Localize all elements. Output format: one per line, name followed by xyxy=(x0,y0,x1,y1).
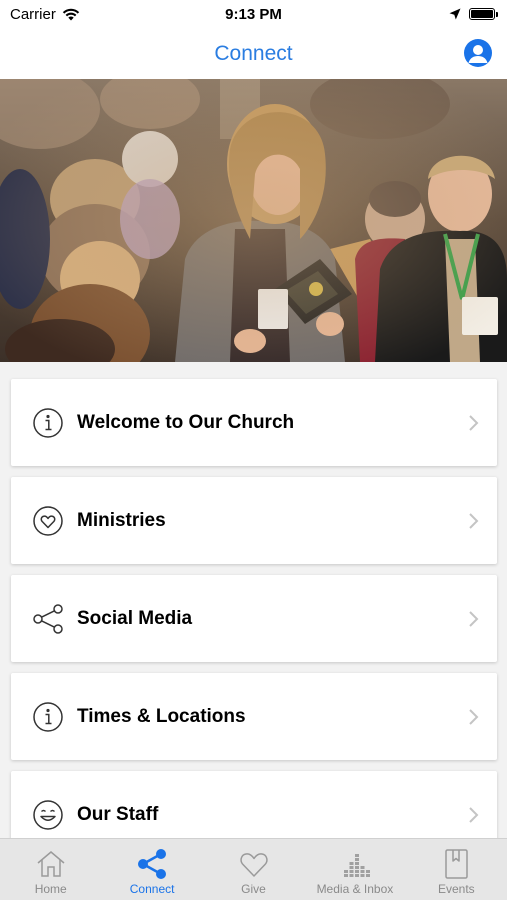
hero-image xyxy=(0,79,507,362)
menu-list: Welcome to Our Church Ministries Social … xyxy=(0,362,507,838)
tab-label: Connect xyxy=(129,882,175,896)
menu-item-label: Ministries xyxy=(77,509,166,531)
wifi-icon xyxy=(62,8,80,20)
profile-button[interactable] xyxy=(464,39,492,67)
tab-media-inbox[interactable]: Media & Inbox xyxy=(304,839,405,900)
battery-fill xyxy=(471,10,493,18)
share-icon xyxy=(138,849,167,879)
tab-label: Media & Inbox xyxy=(316,882,394,896)
tab-label: Give xyxy=(241,882,266,896)
bookmark-book-icon xyxy=(445,849,469,879)
tab-label: Events xyxy=(437,882,475,896)
info-circle-icon xyxy=(33,407,63,438)
share-icon xyxy=(33,603,63,634)
tab-label: Home xyxy=(34,882,67,896)
chevron-right-icon xyxy=(469,806,479,823)
heart-circle-icon xyxy=(33,505,63,536)
tab-give[interactable]: Give xyxy=(203,839,304,900)
battery-icon xyxy=(469,8,498,20)
tab-bar: Home Connect Give Media & Inbox Events xyxy=(0,838,507,900)
info-circle-icon xyxy=(33,701,63,732)
menu-item-times-locations[interactable]: Times & Locations xyxy=(11,673,497,760)
menu-item-label: Social Media xyxy=(77,607,193,629)
menu-item-ministries[interactable]: Ministries xyxy=(11,477,497,564)
smiley-icon xyxy=(33,799,63,830)
location-arrow-icon xyxy=(449,8,461,20)
status-bar: Carrier 9:13 PM xyxy=(0,0,507,28)
heart-icon xyxy=(239,853,268,877)
menu-item-label: Our Staff xyxy=(77,803,159,825)
chevron-right-icon xyxy=(469,414,479,431)
page-title: Connect xyxy=(214,41,293,65)
tab-events[interactable]: Events xyxy=(406,839,507,900)
menu-item-label: Times & Locations xyxy=(77,705,246,727)
menu-item-our-staff[interactable]: Our Staff xyxy=(11,771,497,838)
status-right xyxy=(449,8,498,20)
home-icon xyxy=(37,851,65,877)
equalizer-icon xyxy=(343,854,370,877)
chevron-right-icon xyxy=(469,610,479,627)
chevron-right-icon xyxy=(469,512,479,529)
menu-item-label: Welcome to Our Church xyxy=(77,411,295,433)
person-circle-icon xyxy=(468,45,488,63)
tab-connect[interactable]: Connect xyxy=(101,839,202,900)
church-greeting-photo xyxy=(0,79,507,362)
menu-item-social-media[interactable]: Social Media xyxy=(11,575,497,662)
tab-home[interactable]: Home xyxy=(0,839,101,900)
carrier-label: Carrier xyxy=(10,5,56,23)
nav-bar: Connect xyxy=(0,28,507,79)
chevron-right-icon xyxy=(469,708,479,725)
status-left: Carrier xyxy=(10,6,80,23)
menu-item-welcome[interactable]: Welcome to Our Church xyxy=(11,379,497,466)
